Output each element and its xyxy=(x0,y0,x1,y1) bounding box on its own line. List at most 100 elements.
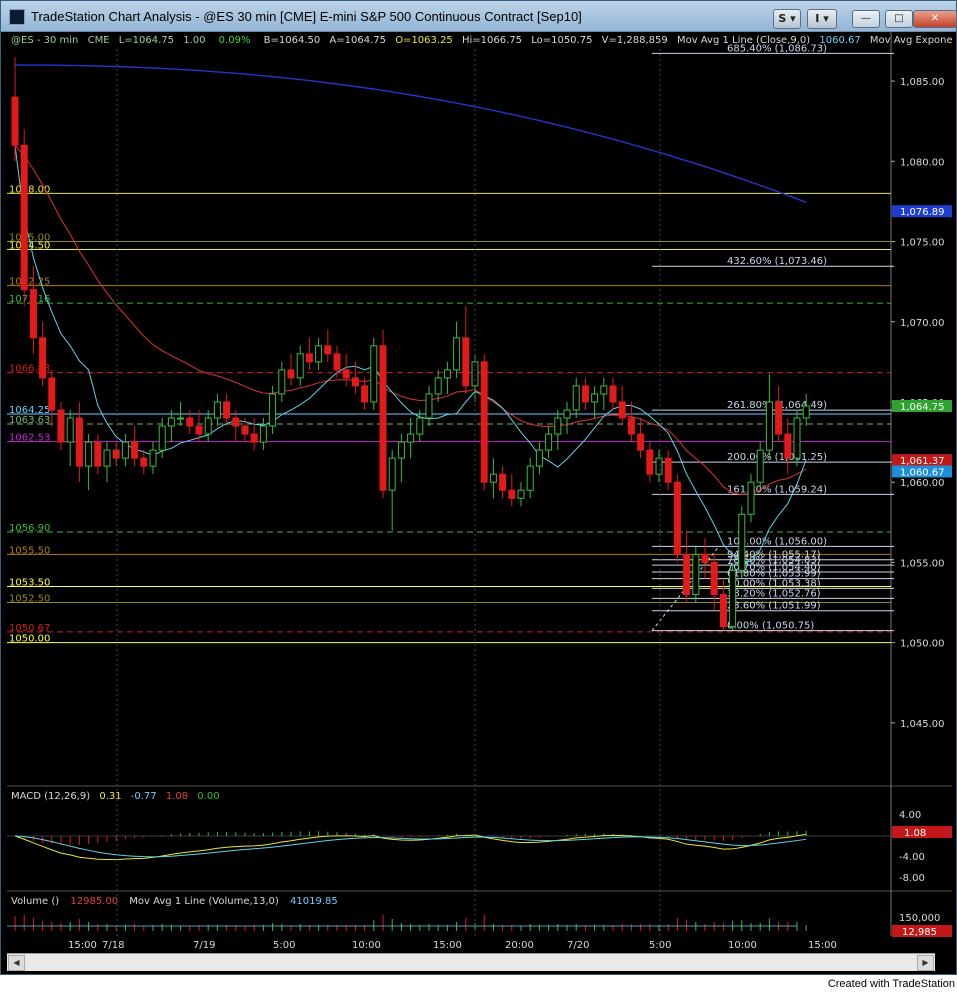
candle-body xyxy=(29,289,37,339)
candle-body xyxy=(11,96,19,146)
candle-body xyxy=(637,433,645,451)
slow-ma-blue-line xyxy=(14,64,807,203)
scroll-right-icon[interactable]: ▶ xyxy=(917,955,934,971)
candle-body xyxy=(480,361,488,483)
candle-body xyxy=(581,385,589,403)
candle-body xyxy=(563,409,571,419)
macd-tick: 4.00 xyxy=(899,810,921,821)
candle-body xyxy=(591,393,599,403)
candle-body xyxy=(75,417,83,467)
price-level-label: 1056.90 xyxy=(9,523,50,534)
candle-body xyxy=(600,385,608,395)
candle-body xyxy=(232,417,240,427)
volume-current: 12985.00 xyxy=(70,896,118,907)
chart-window: TradeStation Chart Analysis - @ES 30 min… xyxy=(0,0,957,975)
price-badge-text: 1,076.89 xyxy=(900,207,945,218)
price-tick-label: 1,055.00 xyxy=(900,558,945,569)
candle-body xyxy=(673,481,681,555)
net-change: 1.00 xyxy=(183,35,205,46)
price-level-label: 1053.50 xyxy=(9,577,50,588)
volume-value: V=1,288,859 xyxy=(602,35,668,46)
candle-body xyxy=(333,353,341,371)
time-axis: 15:00 7/18 7/19 5:00 10:00 15:00 20:00 7/20 5:00… xyxy=(68,49,837,951)
candle-body xyxy=(489,473,497,483)
macd-diff-value: 1.08 xyxy=(166,791,188,802)
candle-body xyxy=(793,417,801,459)
time-label: 15:00 xyxy=(808,940,837,951)
title-bar[interactable]: TradeStation Chart Analysis - @ES 30 min… xyxy=(1,1,957,32)
bid-price: B=1064.50 xyxy=(264,35,321,46)
time-label: 7/20 xyxy=(567,940,589,951)
candle-body xyxy=(269,393,277,427)
fib-level-label: 685.40% (1,086.73) xyxy=(727,43,827,54)
candle-body xyxy=(66,417,74,443)
candle-body xyxy=(618,401,626,419)
scroll-left-icon[interactable]: ◀ xyxy=(8,955,25,971)
price-axis: 1,085.001,080.001,075.001,070.001,065.00… xyxy=(891,77,952,730)
candle-body xyxy=(517,489,525,499)
candle-body xyxy=(259,425,267,443)
candle-body xyxy=(324,345,332,355)
candle-body xyxy=(213,401,221,419)
candle-body xyxy=(416,417,424,435)
price-tick-label: 1,085.00 xyxy=(900,77,945,88)
candle-body xyxy=(443,369,451,379)
fib-level-label: 38.20% (1,052.76) xyxy=(727,588,821,599)
candlesticks xyxy=(11,57,810,631)
minimize-button[interactable]: — xyxy=(852,10,880,28)
candle-body xyxy=(48,377,56,411)
time-label: 7/18 xyxy=(102,940,124,951)
price-level-label: 1050.67 xyxy=(9,623,50,634)
price-level-label: 1078.00 xyxy=(9,184,50,195)
fib-level-label: 200.00% (1,061.25) xyxy=(727,452,827,463)
candle-body xyxy=(609,385,617,403)
indicator-button[interactable]: I ▾ xyxy=(807,9,837,29)
candle-body xyxy=(158,425,166,451)
candle-body xyxy=(425,393,433,419)
price-level-label: 1072.25 xyxy=(9,277,50,288)
candle-body xyxy=(379,345,387,491)
candle-body xyxy=(296,353,304,379)
candle-body xyxy=(729,569,737,628)
candle-body xyxy=(388,457,396,491)
macd-header: MACD (12,26,9) 0.31 -0.77 1.08 0.00 xyxy=(11,791,220,802)
ma2-label: Mov Avg Exponen ... xyxy=(870,35,952,46)
volume-ma-label: Mov Avg 1 Line (Volume,13,0) xyxy=(129,896,279,907)
candle-body xyxy=(287,369,295,379)
candle-body xyxy=(407,433,415,443)
price-tick-label: 1,075.00 xyxy=(900,238,945,249)
price-level-label: 1071.16 xyxy=(9,294,50,305)
high-price: Hi=1066.75 xyxy=(462,35,522,46)
candle-body xyxy=(241,425,249,435)
maximize-button[interactable]: □ xyxy=(885,10,913,28)
open-price: O=1063.25 xyxy=(395,35,453,46)
candle-body xyxy=(545,433,553,451)
time-label: 15:00 xyxy=(68,940,97,951)
macd-panel xyxy=(7,830,891,861)
tradestation-logo-icon xyxy=(9,9,25,25)
candle-body xyxy=(627,417,635,435)
price-level-label: 1062.53 xyxy=(9,433,50,444)
exchange-label: CME xyxy=(88,35,110,46)
candle-body xyxy=(397,441,405,459)
candle-body xyxy=(499,473,507,491)
candle-body xyxy=(784,433,792,459)
candle-body xyxy=(572,385,580,411)
horizontal-scrollbar[interactable]: ◀ ▶ xyxy=(7,953,935,971)
candle-body xyxy=(655,457,663,475)
candle-body xyxy=(20,144,28,291)
candle-body xyxy=(186,417,194,427)
indicator-label: I xyxy=(815,12,820,25)
candle-body xyxy=(195,425,203,435)
macd-label: MACD (12,26,9) xyxy=(11,791,90,802)
close-button[interactable]: ✕ xyxy=(913,10,957,28)
candle-body xyxy=(121,441,129,459)
candle-body xyxy=(765,401,773,451)
strategy-button[interactable]: S ▾ xyxy=(773,9,801,29)
candle-body xyxy=(39,337,47,379)
price-badge-text: 1,060.67 xyxy=(900,467,945,478)
candle-body xyxy=(434,377,442,395)
window-title: TradeStation Chart Analysis - @ES 30 min… xyxy=(31,9,582,24)
price-chart[interactable]: @ES - 30 min CME L=1064.75 1.00 0.09% B=… xyxy=(7,31,952,956)
time-label: 5:00 xyxy=(649,940,671,951)
